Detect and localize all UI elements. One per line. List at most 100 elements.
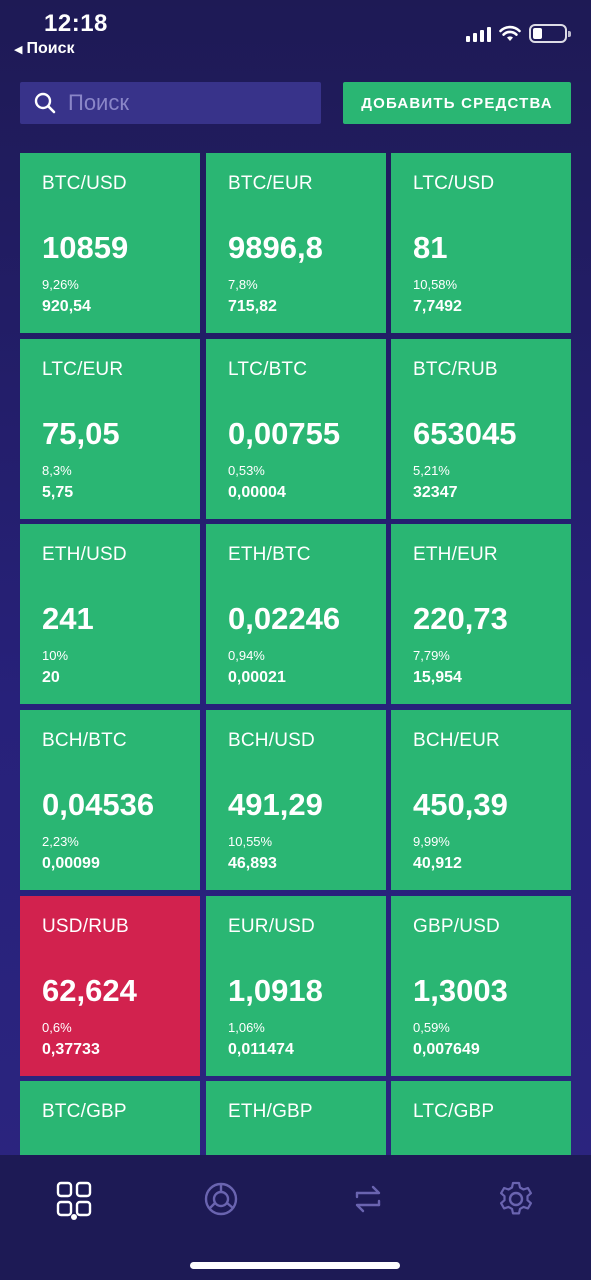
tile-price: 491,29 — [228, 787, 323, 822]
tile-percent: 9,99% — [413, 834, 450, 849]
tile-btc-usd[interactable]: BTC/USD 10859 9,26% 920,54 — [20, 153, 200, 333]
tile-percent: 9,26% — [42, 277, 79, 292]
back-to-search-link[interactable]: ◀ Поиск — [14, 40, 74, 58]
tile-pair: BTC/RUB — [413, 359, 498, 380]
status-bar: 12:18 ◀ Поиск — [0, 0, 591, 70]
tile-btc-gbp[interactable]: BTC/GBP — [20, 1081, 200, 1155]
exchange-icon — [355, 1185, 381, 1213]
tile-percent: 10,58% — [413, 277, 458, 292]
tile-change: 715,82 — [228, 298, 277, 315]
tile-pair: BTC/EUR — [228, 173, 313, 194]
status-time: 12:18 — [44, 10, 108, 37]
search-box[interactable] — [20, 82, 321, 124]
bottom-tab-bar — [0, 1155, 591, 1280]
tile-usd-rub[interactable]: USD/RUB 62,624 0,6% 0,37733 — [20, 896, 200, 1076]
tile-gbp-usd[interactable]: GBP/USD 1,3003 0,59% 0,007649 — [391, 896, 571, 1076]
tile-change: 0,00099 — [42, 855, 100, 872]
cellular-signal-icon — [466, 26, 491, 42]
tile-price: 0,00755 — [228, 416, 341, 451]
tile-percent: 10,55% — [228, 834, 273, 849]
tile-percent: 7,8% — [228, 277, 258, 292]
tile-ltc-usd[interactable]: LTC/USD 81 10,58% 7,7492 — [391, 153, 571, 333]
tile-btc-eur[interactable]: BTC/EUR 9896,8 7,8% 715,82 — [206, 153, 386, 333]
tile-percent: 8,3% — [42, 463, 72, 478]
tile-bch-eur[interactable]: BCH/EUR 450,39 9,99% 40,912 — [391, 710, 571, 890]
tile-pair: BTC/GBP — [42, 1101, 127, 1122]
tile-price: 75,05 — [42, 416, 120, 451]
tile-pair: BCH/EUR — [413, 730, 500, 751]
tab-settings[interactable] — [486, 1169, 546, 1229]
tile-change: 0,37733 — [42, 1041, 100, 1058]
wifi-icon — [499, 25, 521, 41]
tile-pair: EUR/USD — [228, 916, 315, 937]
tab-dashboard[interactable] — [44, 1169, 104, 1229]
tile-change: 920,54 — [42, 298, 91, 315]
tile-price: 1,3003 — [413, 973, 508, 1008]
tile-price: 10859 — [42, 230, 129, 265]
back-label: Поиск — [26, 40, 75, 57]
tile-price: 9896,8 — [228, 230, 323, 265]
tile-price: 450,39 — [413, 787, 508, 822]
tile-change: 0,00004 — [228, 484, 286, 501]
tile-price: 220,73 — [413, 601, 508, 636]
tile-change: 5,75 — [42, 484, 74, 501]
tile-pair: LTC/USD — [413, 173, 495, 194]
tile-ltc-eur[interactable]: LTC/EUR 75,05 8,3% 5,75 — [20, 339, 200, 519]
add-funds-button[interactable]: ДОБАВИТЬ СРЕДСТВА — [343, 82, 571, 124]
tile-pair: GBP/USD — [413, 916, 500, 937]
tile-change: 20 — [42, 669, 60, 686]
active-tab-indicator — [71, 1214, 77, 1220]
tile-eur-usd[interactable]: EUR/USD 1,0918 1,06% 0,011474 — [206, 896, 386, 1076]
search-input[interactable] — [68, 90, 288, 116]
tile-percent: 0,6% — [42, 1020, 72, 1035]
tile-pair: LTC/GBP — [413, 1101, 495, 1122]
tile-percent: 0,94% — [228, 648, 265, 663]
tile-price: 81 — [413, 230, 448, 265]
tile-price: 0,02246 — [228, 601, 341, 636]
tile-pair: ETH/EUR — [413, 544, 498, 565]
tile-bch-usd[interactable]: BCH/USD 491,29 10,55% 46,893 — [206, 710, 386, 890]
tile-pair: LTC/BTC — [228, 359, 308, 380]
tile-pair: ETH/GBP — [228, 1101, 313, 1122]
tile-price: 1,0918 — [228, 973, 323, 1008]
tile-change: 0,011474 — [228, 1041, 294, 1058]
grid-icon — [56, 1181, 92, 1217]
tile-change: 15,954 — [413, 669, 462, 686]
tile-percent: 10% — [42, 648, 69, 663]
gear-icon — [500, 1181, 532, 1215]
tile-percent: 2,23% — [42, 834, 79, 849]
tile-percent: 0,59% — [413, 1020, 450, 1035]
tile-percent: 1,06% — [228, 1020, 265, 1035]
status-icons — [466, 24, 571, 43]
tile-percent: 5,21% — [413, 463, 450, 478]
search-icon — [34, 92, 56, 114]
tile-pair: BTC/USD — [42, 173, 127, 194]
tile-percent: 0,53% — [228, 463, 265, 478]
tile-pair: BCH/BTC — [42, 730, 127, 751]
currency-pairs-grid: BTC/USD 10859 9,26% 920,54 BTC/EUR 9896,… — [20, 153, 571, 1155]
tile-eth-gbp[interactable]: ETH/GBP — [206, 1081, 386, 1155]
tile-bch-btc[interactable]: BCH/BTC 0,04536 2,23% 0,00099 — [20, 710, 200, 890]
tile-btc-rub[interactable]: BTC/RUB 653045 5,21% 32347 — [391, 339, 571, 519]
home-indicator[interactable] — [190, 1262, 400, 1269]
battery-icon — [529, 24, 571, 43]
tile-eth-usd[interactable]: ETH/USD 241 10% 20 — [20, 524, 200, 704]
tile-change: 0,007649 — [413, 1041, 480, 1058]
tile-price: 62,624 — [42, 973, 137, 1008]
tab-portfolio[interactable] — [191, 1169, 251, 1229]
tile-change: 7,7492 — [413, 298, 462, 315]
tile-price: 241 — [42, 601, 94, 636]
tile-change: 0,00021 — [228, 669, 286, 686]
pie-chart-icon — [204, 1182, 238, 1216]
tile-pair: ETH/BTC — [228, 544, 311, 565]
tab-exchange[interactable] — [338, 1169, 398, 1229]
tile-change: 40,912 — [413, 855, 462, 872]
tile-ltc-btc[interactable]: LTC/BTC 0,00755 0,53% 0,00004 — [206, 339, 386, 519]
tile-ltc-gbp[interactable]: LTC/GBP — [391, 1081, 571, 1155]
tile-pair: ETH/USD — [42, 544, 127, 565]
tile-eth-eur[interactable]: ETH/EUR 220,73 7,79% 15,954 — [391, 524, 571, 704]
tile-price: 0,04536 — [42, 787, 155, 822]
tile-pair: USD/RUB — [42, 916, 129, 937]
tile-eth-btc[interactable]: ETH/BTC 0,02246 0,94% 0,00021 — [206, 524, 386, 704]
tile-pair: BCH/USD — [228, 730, 315, 751]
